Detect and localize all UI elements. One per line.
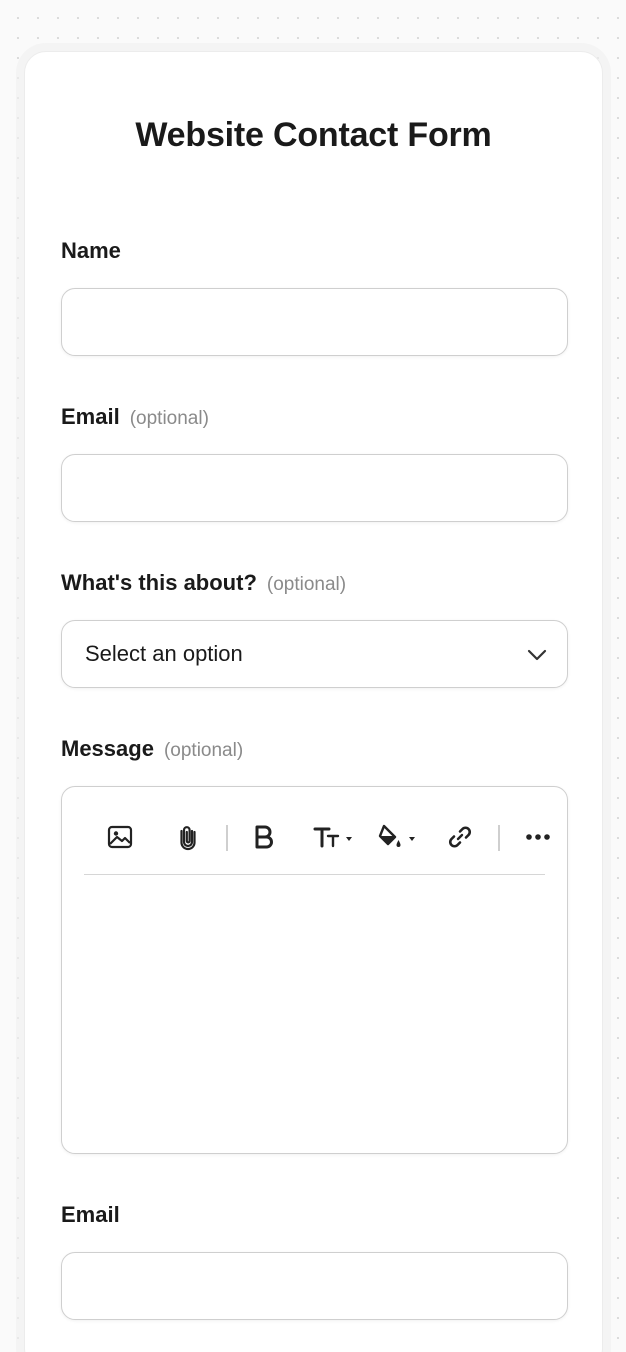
text-size-caret-icon bbox=[345, 836, 352, 841]
fill-color-caret-icon bbox=[408, 836, 415, 841]
email-field-group: Email (optional) bbox=[61, 404, 568, 522]
topic-select[interactable]: Select an option bbox=[61, 620, 568, 688]
editor-toolbar bbox=[84, 799, 550, 875]
toolbar-separator bbox=[226, 825, 228, 851]
contact-form-card: Website Contact Form Name Email (optiona… bbox=[24, 51, 603, 1352]
email2-input[interactable] bbox=[61, 1252, 568, 1320]
topic-field-group: What's this about? (optional) Select an … bbox=[61, 570, 568, 688]
text-size-icon[interactable] bbox=[310, 817, 354, 857]
image-icon[interactable] bbox=[102, 817, 138, 857]
email-label: Email bbox=[61, 404, 120, 429]
email-input[interactable] bbox=[61, 454, 568, 522]
email-optional-hint: (optional) bbox=[129, 408, 209, 429]
attachment-icon[interactable] bbox=[170, 817, 206, 857]
chevron-down-icon bbox=[527, 641, 547, 667]
more-icon[interactable] bbox=[520, 817, 556, 857]
topic-select-value: Select an option bbox=[85, 641, 243, 666]
topic-optional-hint: (optional) bbox=[266, 574, 347, 595]
message-editor[interactable] bbox=[61, 786, 568, 1154]
email2-label: Email bbox=[61, 1202, 120, 1227]
form-title: Website Contact Form bbox=[135, 116, 492, 154]
name-input[interactable] bbox=[61, 288, 568, 356]
message-optional-hint: (optional) bbox=[163, 740, 244, 761]
message-field-group: Message (optional) bbox=[61, 736, 568, 1154]
topic-label: What's this about? bbox=[61, 570, 257, 595]
link-icon[interactable] bbox=[442, 817, 478, 857]
toolbar-separator bbox=[498, 825, 500, 851]
name-field-group: Name bbox=[61, 238, 568, 356]
email2-field-group: Email bbox=[61, 1202, 568, 1320]
bold-icon[interactable] bbox=[246, 817, 282, 857]
message-label: Message bbox=[61, 736, 154, 761]
name-label: Name bbox=[61, 238, 121, 263]
fill-color-icon[interactable] bbox=[374, 817, 418, 857]
